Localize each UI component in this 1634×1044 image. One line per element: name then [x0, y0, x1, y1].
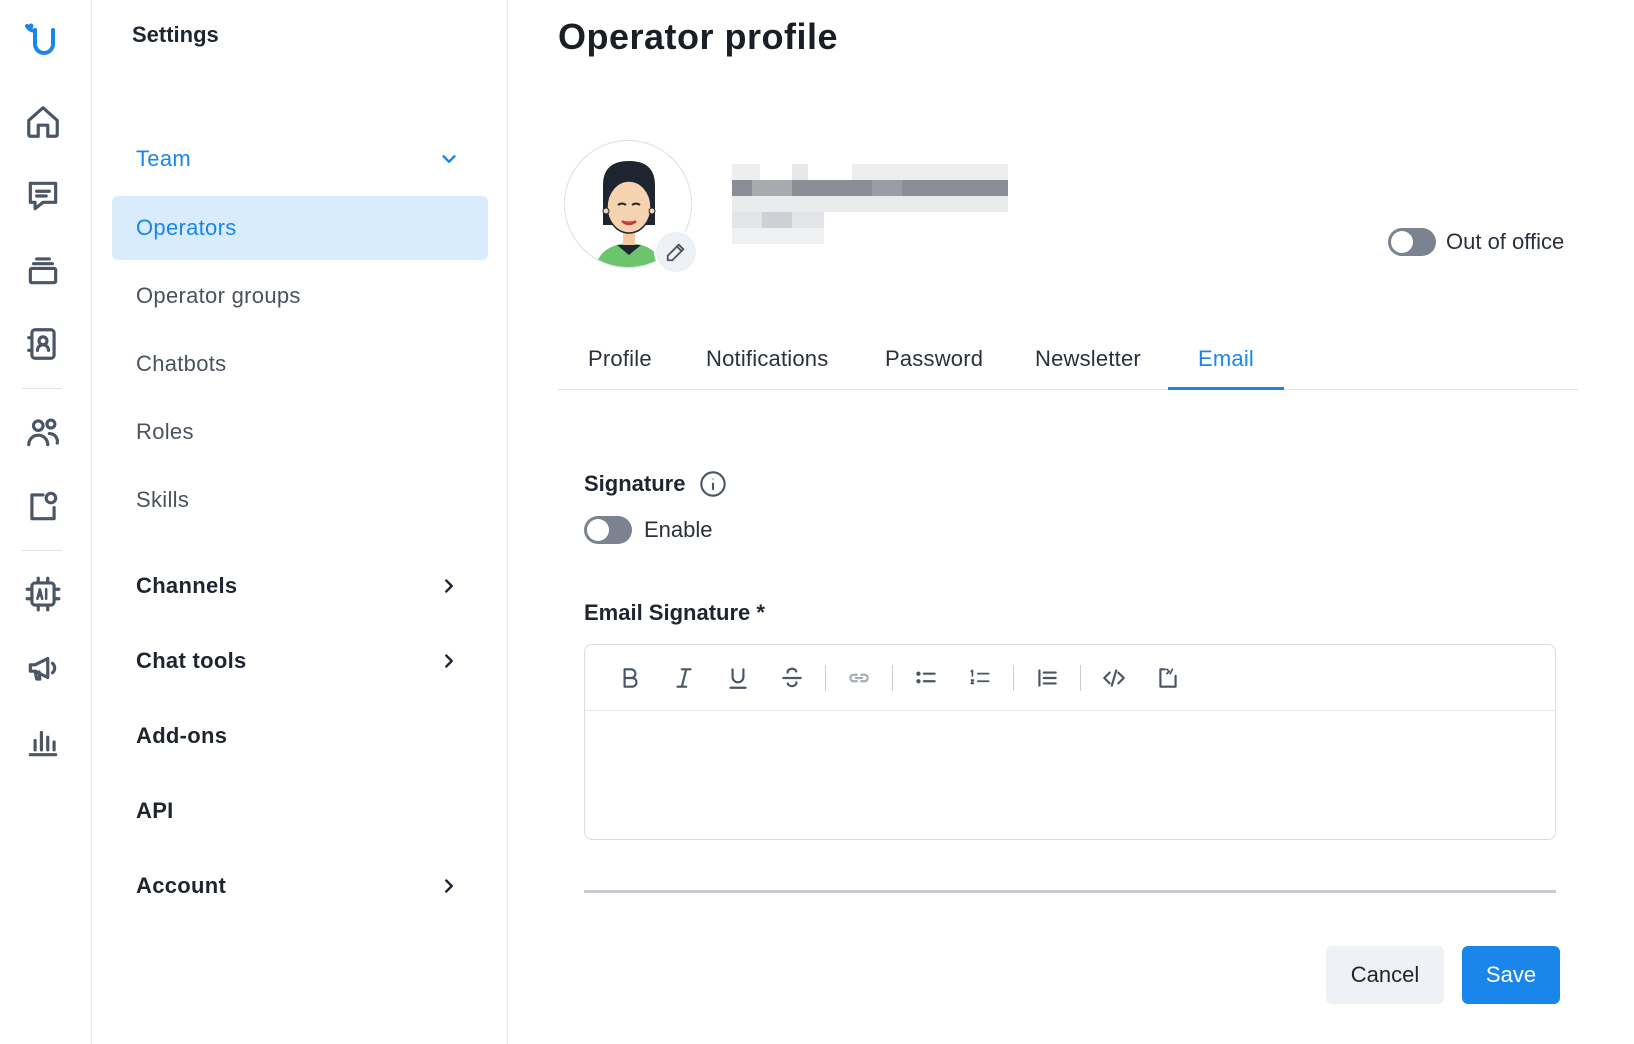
main-content: Operator profile Out of office Profile N…: [508, 0, 1634, 1044]
tab-notifications[interactable]: Notifications: [676, 336, 858, 390]
nav-team-label: Team: [136, 146, 191, 171]
toolbar-separator: [1013, 664, 1014, 691]
signature-header: Signature: [584, 470, 727, 498]
tab-password[interactable]: Password: [855, 336, 1013, 390]
nav-chat-tools-label: Chat tools: [136, 648, 247, 673]
italic-icon[interactable]: [657, 658, 711, 698]
nav-group-chat-tools[interactable]: Chat tools: [112, 636, 488, 686]
info-icon[interactable]: [699, 470, 727, 498]
toolbar-separator: [1080, 664, 1081, 691]
settings-panel: Settings Team Operators Operator groups …: [92, 0, 508, 1044]
link-icon[interactable]: [832, 658, 886, 698]
strikethrough-icon[interactable]: [765, 658, 819, 698]
contacts-icon[interactable]: [23, 324, 63, 364]
blockquote-icon[interactable]: [1020, 658, 1074, 698]
signature-enable-label: Enable: [644, 517, 713, 542]
nav-item-api[interactable]: API: [112, 786, 488, 836]
logo-icon[interactable]: [23, 20, 63, 60]
page-title: Operator profile: [558, 16, 839, 57]
cancel-button[interactable]: Cancel: [1326, 946, 1444, 1004]
email-signature-label: Email Signature *: [584, 600, 765, 625]
nav-item-operator-groups[interactable]: Operator groups: [112, 264, 488, 328]
nav-channels-label: Channels: [136, 573, 238, 598]
out-of-office-toggle[interactable]: [1388, 228, 1436, 256]
nav-group-account[interactable]: Account: [112, 861, 488, 911]
chevron-right-icon: [445, 654, 453, 668]
megaphone-icon[interactable]: [23, 648, 63, 688]
out-of-office: Out of office: [1388, 228, 1564, 256]
integrations-icon[interactable]: [23, 486, 63, 526]
email-signature-editor: [584, 644, 1556, 840]
signature-title: Signature: [584, 471, 686, 496]
tab-email[interactable]: Email: [1168, 336, 1285, 390]
underline-icon[interactable]: [711, 658, 765, 698]
code-block-icon[interactable]: [1141, 658, 1195, 698]
settings-title: Settings: [132, 22, 219, 47]
editor-toolbar: [585, 645, 1555, 711]
home-icon[interactable]: [23, 102, 63, 142]
code-icon[interactable]: [1087, 658, 1141, 698]
chevron-right-icon: [445, 879, 453, 893]
signature-enable-toggle[interactable]: [584, 516, 632, 544]
chevron-right-icon: [445, 579, 453, 593]
nav-group-channels[interactable]: Channels: [112, 561, 488, 611]
nav-item-chatbots[interactable]: Chatbots: [112, 332, 488, 396]
nav-item-operators[interactable]: Operators: [112, 196, 488, 260]
form-divider: [584, 890, 1556, 893]
signature-text-area[interactable]: [585, 711, 1555, 839]
nav-group-team[interactable]: Team: [112, 134, 488, 184]
chevron-down-icon: [442, 155, 456, 163]
tab-profile[interactable]: Profile: [558, 336, 682, 390]
toolbar-separator: [825, 664, 826, 691]
profile-tabs: Profile Notifications Password Newslette…: [558, 336, 1578, 390]
save-button[interactable]: Save: [1462, 946, 1560, 1004]
nav-api-label: API: [136, 798, 174, 823]
analytics-icon[interactable]: [23, 722, 63, 762]
signature-enable: Enable: [584, 516, 713, 544]
chat-icon[interactable]: [23, 176, 63, 216]
tab-newsletter[interactable]: Newsletter: [1005, 336, 1171, 390]
rail-divider: [22, 550, 62, 551]
inbox-stack-icon[interactable]: [23, 250, 63, 290]
nav-item-add-ons[interactable]: Add-ons: [112, 711, 488, 761]
nav-item-skills[interactable]: Skills: [112, 468, 488, 532]
edit-avatar-button[interactable]: [654, 230, 698, 274]
pencil-icon: [666, 243, 685, 262]
out-of-office-label: Out of office: [1446, 229, 1565, 254]
rail-divider: [22, 388, 62, 389]
toolbar-separator: [892, 664, 893, 691]
nav-add-ons-label: Add-ons: [136, 723, 228, 748]
bullet-list-icon[interactable]: [899, 658, 953, 698]
icon-rail: [0, 0, 92, 1044]
team-icon[interactable]: [23, 412, 63, 452]
numbered-list-icon[interactable]: [953, 658, 1007, 698]
bold-icon[interactable]: [603, 658, 657, 698]
nav-item-roles[interactable]: Roles: [112, 400, 488, 464]
ai-chip-icon[interactable]: [23, 574, 63, 614]
nav-account-label: Account: [136, 873, 227, 898]
